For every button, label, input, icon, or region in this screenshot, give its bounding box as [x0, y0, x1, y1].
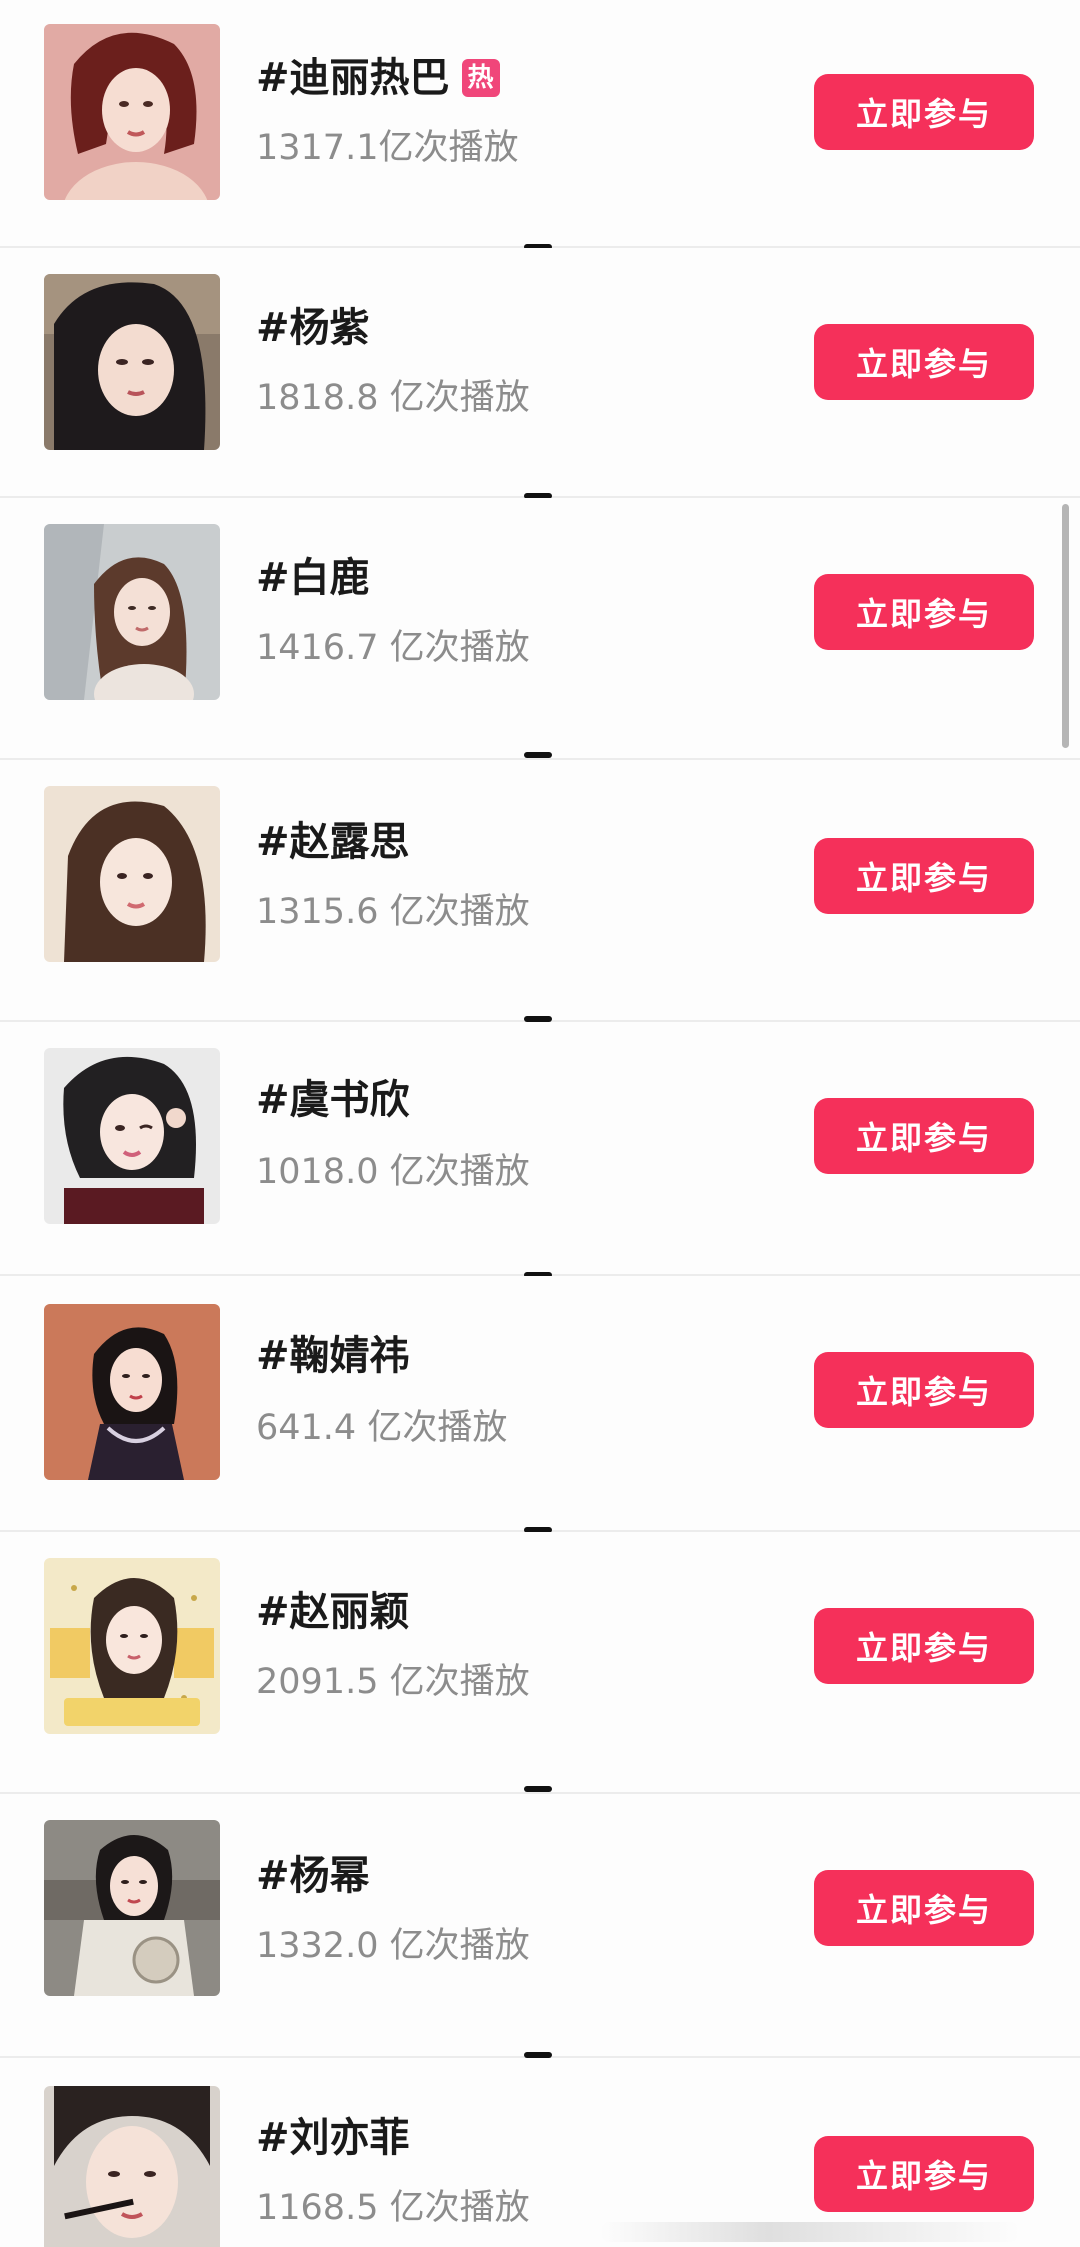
topic-title[interactable]: #鞠婧祎 — [256, 1332, 410, 1380]
play-count: 1315.6 亿次播放 — [256, 892, 530, 932]
portrait-photo-icon — [44, 524, 220, 700]
topic-title[interactable]: #刘亦菲 — [256, 2114, 410, 2162]
topic-row[interactable]: #杨幂 1332.0 亿次播放 立即参与 — [0, 1794, 1080, 2056]
topic-thumbnail[interactable] — [44, 1048, 220, 1224]
play-count: 1168.5 亿次播放 — [256, 2188, 530, 2228]
topic-thumbnail[interactable] — [44, 274, 220, 450]
topic-title[interactable]: #赵露思 — [256, 818, 410, 866]
portrait-photo-icon — [44, 1048, 220, 1224]
scrollbar[interactable] — [1062, 504, 1069, 748]
portrait-photo-icon — [44, 2086, 220, 2247]
topic-thumbnail[interactable] — [44, 786, 220, 962]
hot-badge: 热 — [461, 59, 500, 97]
topic-name[interactable]: #杨幂 — [256, 1852, 370, 1900]
watermark — [600, 2222, 1020, 2242]
topic-title[interactable]: #杨幂 — [256, 1852, 370, 1900]
topic-thumbnail[interactable] — [44, 2086, 220, 2247]
play-count: 2091.5 亿次播放 — [256, 1662, 530, 1702]
topic-row[interactable]: #赵丽颖 2091.5 亿次播放 立即参与 — [0, 1532, 1080, 1792]
play-count: 1317.1亿次播放 — [256, 128, 519, 168]
topic-name[interactable]: #赵露思 — [256, 818, 410, 866]
topic-thumbnail[interactable] — [44, 524, 220, 700]
join-button[interactable]: 立即参与 — [814, 1608, 1034, 1684]
topic-name[interactable]: #虞书欣 — [256, 1076, 410, 1124]
topic-title[interactable]: #杨紫 — [256, 304, 370, 352]
join-button[interactable]: 立即参与 — [814, 1352, 1034, 1428]
play-count: 1818.8 亿次播放 — [256, 378, 530, 418]
topic-row[interactable]: #鞠婧祎 641.4 亿次播放 立即参与 — [0, 1276, 1080, 1530]
topic-row[interactable]: #虞书欣 1018.0 亿次播放 立即参与 — [0, 1022, 1080, 1274]
join-button[interactable]: 立即参与 — [814, 1098, 1034, 1174]
portrait-photo-icon — [44, 1820, 220, 1996]
topic-row[interactable]: #迪丽热巴 热 1317.1亿次播放 立即参与 — [0, 0, 1080, 246]
play-count: 1332.0 亿次播放 — [256, 1926, 530, 1966]
topic-name[interactable]: #鞠婧祎 — [256, 1332, 410, 1380]
topic-title[interactable]: #赵丽颖 — [256, 1588, 410, 1636]
topic-name[interactable]: #赵丽颖 — [256, 1588, 410, 1636]
topic-thumbnail[interactable] — [44, 1558, 220, 1734]
topic-thumbnail[interactable] — [44, 1304, 220, 1480]
topic-row[interactable]: #赵露思 1315.6 亿次播放 立即参与 — [0, 760, 1080, 1020]
topic-title[interactable]: #迪丽热巴 热 — [256, 54, 500, 102]
topic-list: #迪丽热巴 热 1317.1亿次播放 立即参与 #杨紫 1818.8 亿次播放 … — [0, 0, 1080, 2247]
join-button[interactable]: 立即参与 — [814, 1870, 1034, 1946]
row-notch — [524, 752, 552, 758]
portrait-photo-icon — [44, 274, 220, 450]
play-count: 1416.7 亿次播放 — [256, 628, 530, 668]
join-button[interactable]: 立即参与 — [814, 2136, 1034, 2212]
portrait-photo-icon — [44, 1304, 220, 1480]
join-button[interactable]: 立即参与 — [814, 324, 1034, 400]
join-button[interactable]: 立即参与 — [814, 838, 1034, 914]
topic-row[interactable]: #刘亦菲 1168.5 亿次播放 立即参与 — [0, 2058, 1080, 2247]
row-notch — [524, 1786, 552, 1792]
portrait-photo-icon — [44, 1558, 220, 1734]
topic-row[interactable]: #杨紫 1818.8 亿次播放 立即参与 — [0, 248, 1080, 496]
join-button[interactable]: 立即参与 — [814, 574, 1034, 650]
play-count: 1018.0 亿次播放 — [256, 1152, 530, 1192]
topic-title[interactable]: #白鹿 — [256, 554, 370, 602]
topic-title[interactable]: #虞书欣 — [256, 1076, 410, 1124]
topic-name[interactable]: #迪丽热巴 — [256, 54, 450, 102]
join-button[interactable]: 立即参与 — [814, 74, 1034, 150]
topic-name[interactable]: #白鹿 — [256, 554, 370, 602]
topic-row[interactable]: #白鹿 1416.7 亿次播放 立即参与 — [0, 498, 1080, 758]
topic-name[interactable]: #杨紫 — [256, 304, 370, 352]
play-count: 641.4 亿次播放 — [256, 1408, 508, 1448]
topic-thumbnail[interactable] — [44, 24, 220, 200]
portrait-photo-icon — [44, 786, 220, 962]
topic-name[interactable]: #刘亦菲 — [256, 2114, 410, 2162]
topic-thumbnail[interactable] — [44, 1820, 220, 1996]
portrait-photo-icon — [44, 24, 220, 200]
